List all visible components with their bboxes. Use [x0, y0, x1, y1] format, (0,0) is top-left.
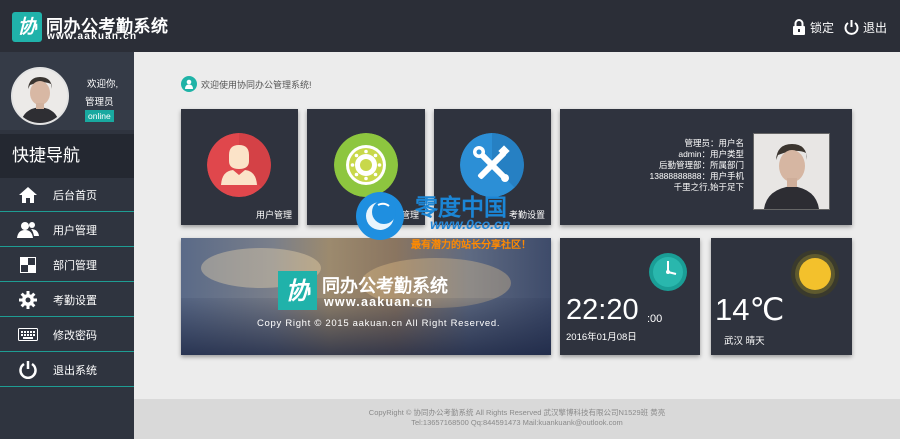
logout-label: 退出 [863, 20, 888, 35]
department-icon [17, 254, 39, 276]
temperature: 14℃ [715, 292, 785, 327]
weather-location: 武汉 晴天 [724, 336, 765, 347]
sun-icon [790, 249, 840, 304]
lock-icon [793, 19, 805, 35]
sidebar-item-users[interactable]: 用户管理 [0, 213, 134, 247]
clock-time: 22:20 [566, 294, 639, 326]
user-info-phone: 13888888888：用户手机 [649, 171, 744, 181]
quick-nav-heading: 快捷导航 [0, 134, 134, 178]
user-icon [207, 133, 271, 197]
logout-button[interactable]: 退出 [844, 17, 887, 37]
sidebar-item-label: 考勤设置 [53, 294, 97, 307]
footer-contact: Tel:13657168500 Qq:844591473 Mail:kuanku… [411, 418, 623, 427]
user-info-name: 管理员：用户名 [684, 138, 744, 148]
sidebar-item-home[interactable]: 后台首页 [0, 178, 134, 212]
user-profile: 欢迎你, 管理员 online [0, 52, 134, 130]
user-info-card: 管理员：用户名 admin：用户类型 后勤管理部：所属部门 1388888888… [560, 109, 852, 225]
sidebar: 欢迎你, 管理员 online 快捷导航 后台首页 用户管理 部门管理 考勤设置… [0, 52, 134, 439]
power-icon [844, 20, 859, 35]
welcome-row: 欢迎使用协同办公管理系统! [181, 76, 312, 92]
sidebar-item-label: 后台首页 [53, 189, 97, 202]
user-info-list: 管理员：用户名 admin：用户类型 后勤管理部：所属部门 1388888888… [649, 138, 744, 193]
sidebar-item-logout[interactable]: 退出系统 [0, 353, 134, 387]
app-logo-icon: 协 [12, 12, 42, 42]
user-info-department: 后勤管理部：所属部门 [658, 160, 744, 170]
user-role: 管理员 [85, 97, 114, 108]
power-icon [17, 359, 39, 381]
weather-card: 14℃ 武汉 晴天 [711, 238, 852, 355]
clock-card: 22:20 :00 2016年01月08日 [560, 238, 700, 355]
top-header: 协 同办公考勤系统 www.aakuan.cn 锁定 退出 [0, 0, 900, 52]
sidebar-item-label: 修改密码 [53, 329, 97, 342]
clock-icon [648, 252, 688, 297]
home-icon [17, 184, 39, 206]
banner-logo-icon: 协 [278, 271, 317, 310]
footer: CopyRight © 协同办公考勤系统 All Rights Reserved… [134, 399, 900, 439]
welcome-text: 欢迎你, [87, 79, 119, 90]
user-circle-icon [181, 76, 197, 92]
sidebar-item-attendance-settings[interactable]: 考勤设置 [0, 283, 134, 317]
sidebar-item-label: 部门管理 [53, 259, 97, 272]
app-url: www.aakuan.cn [47, 31, 138, 42]
clock-date: 2016年01月08日 [566, 332, 637, 343]
clock-seconds: :00 [647, 313, 663, 325]
users-icon [17, 219, 39, 241]
user-info-type: admin：用户类型 [678, 149, 744, 159]
user-motto: 千里之行,始于足下 [673, 182, 744, 192]
lock-label: 锁定 [810, 20, 835, 35]
tile-label: 用户管理 [255, 210, 292, 220]
banner-url: www.aakuan.cn [324, 295, 433, 309]
watermark: 零度中国 www.0co.cn 最有潜力的站长分享社区！ [349, 187, 559, 257]
sidebar-item-label: 用户管理 [53, 224, 97, 237]
sidebar-item-department[interactable]: 部门管理 [0, 248, 134, 282]
user-photo [753, 133, 830, 210]
avatar [11, 67, 69, 125]
banner-copyright: Copy Right © 2015 aakuan.cn All Right Re… [257, 318, 501, 329]
lock-button[interactable]: 锁定 [792, 17, 834, 37]
user-management-tile[interactable]: 用户管理 [181, 109, 298, 225]
sidebar-item-label: 退出系统 [53, 364, 97, 377]
gear-icon [17, 289, 39, 311]
watermark-url: www.0co.cn [430, 216, 511, 232]
watermark-subtitle: 最有潜力的站长分享社区！ [411, 240, 531, 251]
sidebar-item-change-password[interactable]: 修改密码 [0, 318, 134, 352]
watermark-logo-icon [356, 192, 404, 240]
footer-copyright: CopyRight © 协同办公考勤系统 All Rights Reserved… [368, 408, 666, 417]
welcome-message: 欢迎使用协同办公管理系统! [201, 79, 312, 90]
keyboard-icon [17, 324, 39, 346]
status-badge: online [85, 110, 114, 122]
